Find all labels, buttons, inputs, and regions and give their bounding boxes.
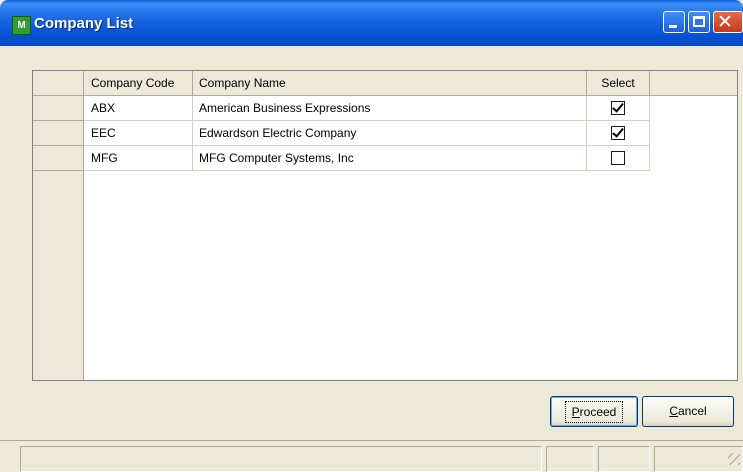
company-code-cell[interactable]: MFG bbox=[84, 146, 193, 171]
app-icon: M bbox=[12, 16, 31, 35]
minimize-button[interactable] bbox=[663, 11, 685, 33]
minimize-icon bbox=[669, 25, 677, 28]
company-name-cell[interactable]: Edwardson Electric Company bbox=[193, 121, 587, 146]
maximize-icon bbox=[693, 16, 705, 27]
table-row[interactable]: EEC Edwardson Electric Company bbox=[33, 121, 650, 146]
status-panel-3 bbox=[598, 446, 650, 472]
cancel-label-rest: ancel bbox=[677, 404, 707, 418]
select-checkbox[interactable] bbox=[611, 101, 625, 115]
table-row[interactable]: ABX American Business Expressions bbox=[33, 96, 650, 121]
status-bar bbox=[0, 440, 743, 472]
close-icon: ✕ bbox=[717, 11, 733, 33]
column-header-company-name[interactable]: Company Name bbox=[193, 71, 587, 96]
cancel-button[interactable]: Cancel bbox=[642, 396, 734, 427]
close-button[interactable]: ✕ bbox=[713, 11, 743, 33]
company-code-cell[interactable]: ABX bbox=[84, 96, 193, 121]
company-code-cell[interactable]: EEC bbox=[84, 121, 193, 146]
row-header[interactable] bbox=[33, 96, 84, 121]
proceed-label-rest: roceed bbox=[579, 405, 617, 419]
select-checkbox[interactable] bbox=[611, 151, 625, 165]
column-header-filler bbox=[650, 71, 737, 96]
maximize-button[interactable] bbox=[688, 11, 710, 33]
row-header[interactable] bbox=[33, 146, 84, 171]
resize-grip-icon[interactable] bbox=[728, 453, 740, 465]
row-header[interactable] bbox=[33, 121, 84, 146]
select-checkbox[interactable] bbox=[611, 126, 625, 140]
company-grid: Company Code Company Name Select ABX Ame… bbox=[32, 70, 738, 381]
window-title: Company List bbox=[34, 15, 134, 32]
cancel-mnemonic: C bbox=[669, 404, 678, 418]
proceed-button[interactable]: Proceed bbox=[550, 396, 638, 427]
proceed-label: Proceed bbox=[564, 401, 624, 423]
status-panel-main bbox=[20, 446, 542, 472]
title-bar[interactable]: M Company List ✕ bbox=[0, 0, 743, 46]
company-list-window: M Company List ✕ Company Code Company Na… bbox=[0, 0, 743, 472]
table-row[interactable]: MFG MFG Computer Systems, Inc bbox=[33, 146, 650, 171]
select-cell[interactable] bbox=[587, 96, 650, 121]
company-name-cell[interactable]: American Business Expressions bbox=[193, 96, 587, 121]
select-cell[interactable] bbox=[587, 121, 650, 146]
column-header-select[interactable]: Select bbox=[587, 71, 650, 96]
select-cell[interactable] bbox=[587, 146, 650, 171]
status-panel-2 bbox=[546, 446, 594, 472]
grid-corner-header bbox=[33, 71, 84, 96]
proceed-mnemonic: P bbox=[571, 405, 580, 419]
column-header-company-code[interactable]: Company Code bbox=[84, 71, 193, 96]
company-name-cell[interactable]: MFG Computer Systems, Inc bbox=[193, 146, 587, 171]
